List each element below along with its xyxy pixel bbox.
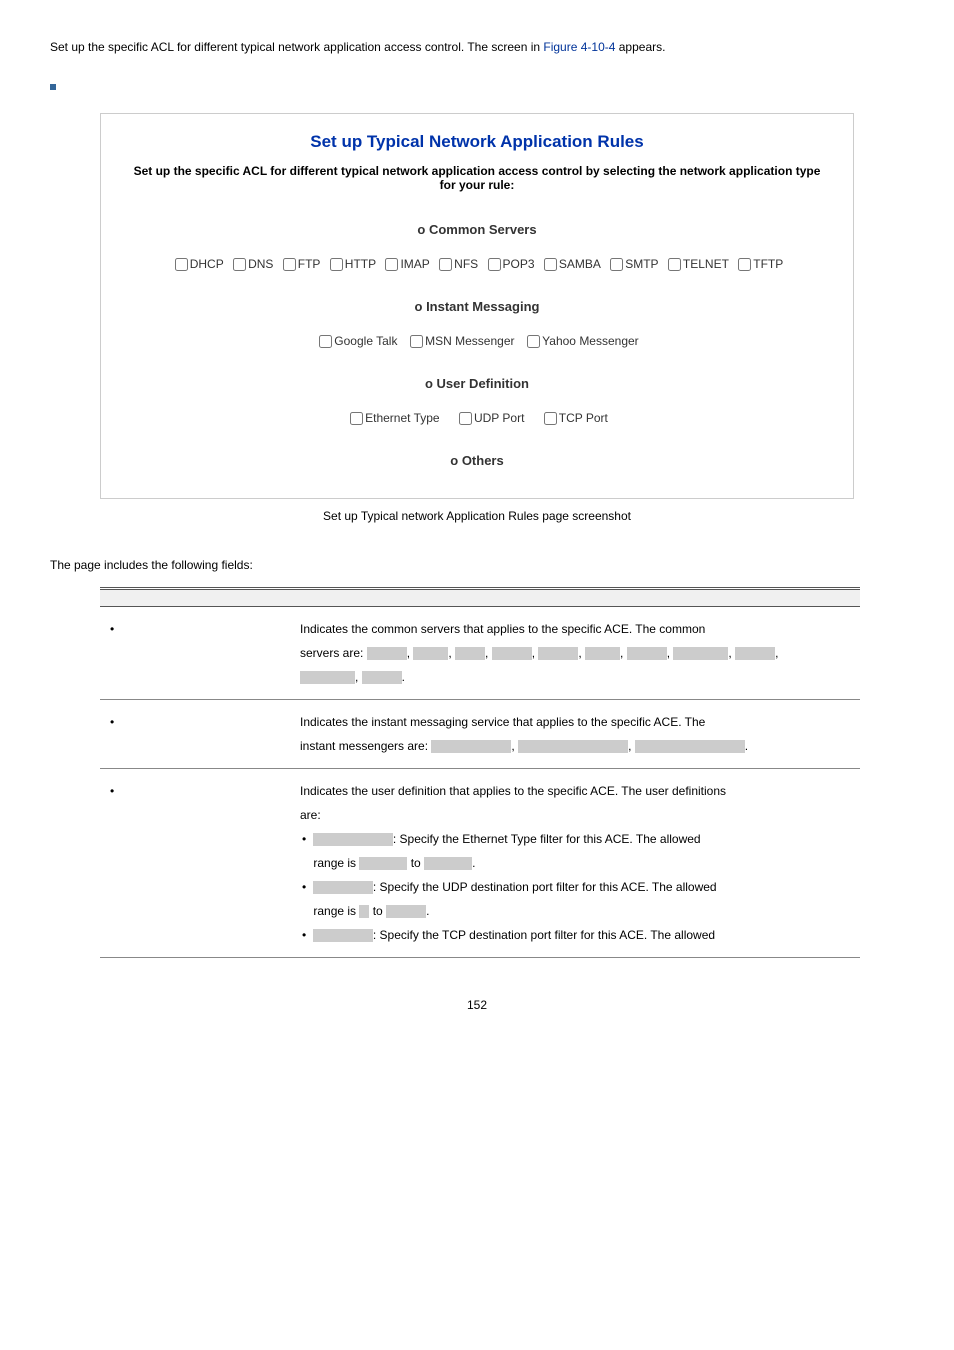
screenshot-caption: Set up Typical network Application Rules… (50, 509, 904, 523)
checkbox-telnet[interactable]: TELNET (664, 257, 729, 271)
checkbox-udp-port[interactable]: UDP Port (455, 411, 524, 425)
redacted-box (313, 929, 373, 942)
fields-intro-text: The page includes the following fields: (50, 558, 904, 572)
common-servers-row: DHCP DNS FTP HTTP IMAP NFS POP3 SAMBA SM… (131, 255, 823, 274)
redacted-box (413, 647, 448, 660)
row-desc-user-definition: Indicates the user definition that appli… (290, 769, 860, 958)
redacted-box (673, 647, 728, 660)
user-definition-row: Ethernet Type UDP Port TCP Port (131, 409, 823, 428)
checkbox-nfs[interactable]: NFS (435, 257, 478, 271)
checkbox-tcp-port[interactable]: TCP Port (540, 411, 608, 425)
checkbox-http[interactable]: HTTP (326, 257, 376, 271)
others-header: o Others (131, 453, 823, 468)
redacted-box (359, 905, 369, 918)
redacted-box (424, 857, 472, 870)
instant-messaging-header: o Instant Messaging (131, 299, 823, 314)
screenshot-title: Set up Typical Network Application Rules (131, 132, 823, 152)
table-row: • Indicates the instant messaging servic… (100, 700, 860, 769)
row-label-user-definition: • (100, 769, 290, 958)
redacted-box (300, 671, 355, 684)
redacted-box (518, 740, 628, 753)
instant-messaging-row: Google Talk MSN Messenger Yahoo Messenge… (131, 332, 823, 351)
redacted-box (585, 647, 620, 660)
redacted-box (492, 647, 532, 660)
page-number: 152 (50, 998, 904, 1012)
redacted-box (359, 857, 407, 870)
checkbox-samba[interactable]: SAMBA (540, 257, 601, 271)
row-label-common-servers: • (100, 607, 290, 700)
user-definition-header: o User Definition (131, 376, 823, 391)
table-header-description (290, 589, 860, 607)
redacted-box (635, 740, 745, 753)
checkbox-ethernet-type[interactable]: Ethernet Type (346, 411, 440, 425)
bullet-marker (50, 84, 56, 90)
screenshot-subtitle: Set up the specific ACL for different ty… (131, 164, 823, 192)
row-desc-common-servers: Indicates the common servers that applie… (290, 607, 860, 700)
checkbox-dns[interactable]: DNS (229, 257, 273, 271)
redacted-box (313, 881, 373, 894)
intro-text-after: appears. (615, 40, 665, 54)
redacted-box (362, 671, 402, 684)
checkbox-google-talk[interactable]: Google Talk (315, 334, 397, 348)
fields-table: • Indicates the common servers that appl… (100, 587, 860, 958)
redacted-box (627, 647, 667, 660)
checkbox-dhcp[interactable]: DHCP (171, 257, 224, 271)
redacted-box (386, 905, 426, 918)
checkbox-ftp[interactable]: FTP (279, 257, 321, 271)
checkbox-smtp[interactable]: SMTP (606, 257, 658, 271)
table-row: • Indicates the common servers that appl… (100, 607, 860, 700)
intro-paragraph: Set up the specific ACL for different ty… (50, 40, 904, 54)
table-header-object (100, 589, 290, 607)
common-servers-header: o Common Servers (131, 222, 823, 237)
row-desc-instant-messaging: Indicates the instant messaging service … (290, 700, 860, 769)
redacted-box (538, 647, 578, 660)
table-row: • Indicates the user definition that app… (100, 769, 860, 958)
redacted-box (735, 647, 775, 660)
redacted-box (313, 833, 393, 846)
checkbox-yahoo-messenger[interactable]: Yahoo Messenger (523, 334, 639, 348)
row-label-instant-messaging: • (100, 700, 290, 769)
screenshot-panel: Set up Typical Network Application Rules… (100, 113, 854, 499)
redacted-box (455, 647, 485, 660)
redacted-box (367, 647, 407, 660)
intro-text-before: Set up the specific ACL for different ty… (50, 40, 543, 54)
redacted-box (431, 740, 511, 753)
figure-link[interactable]: Figure 4-10-4 (543, 40, 615, 54)
checkbox-pop3[interactable]: POP3 (484, 257, 535, 271)
checkbox-tftp[interactable]: TFTP (734, 257, 783, 271)
checkbox-msn-messenger[interactable]: MSN Messenger (406, 334, 514, 348)
checkbox-imap[interactable]: IMAP (381, 257, 429, 271)
